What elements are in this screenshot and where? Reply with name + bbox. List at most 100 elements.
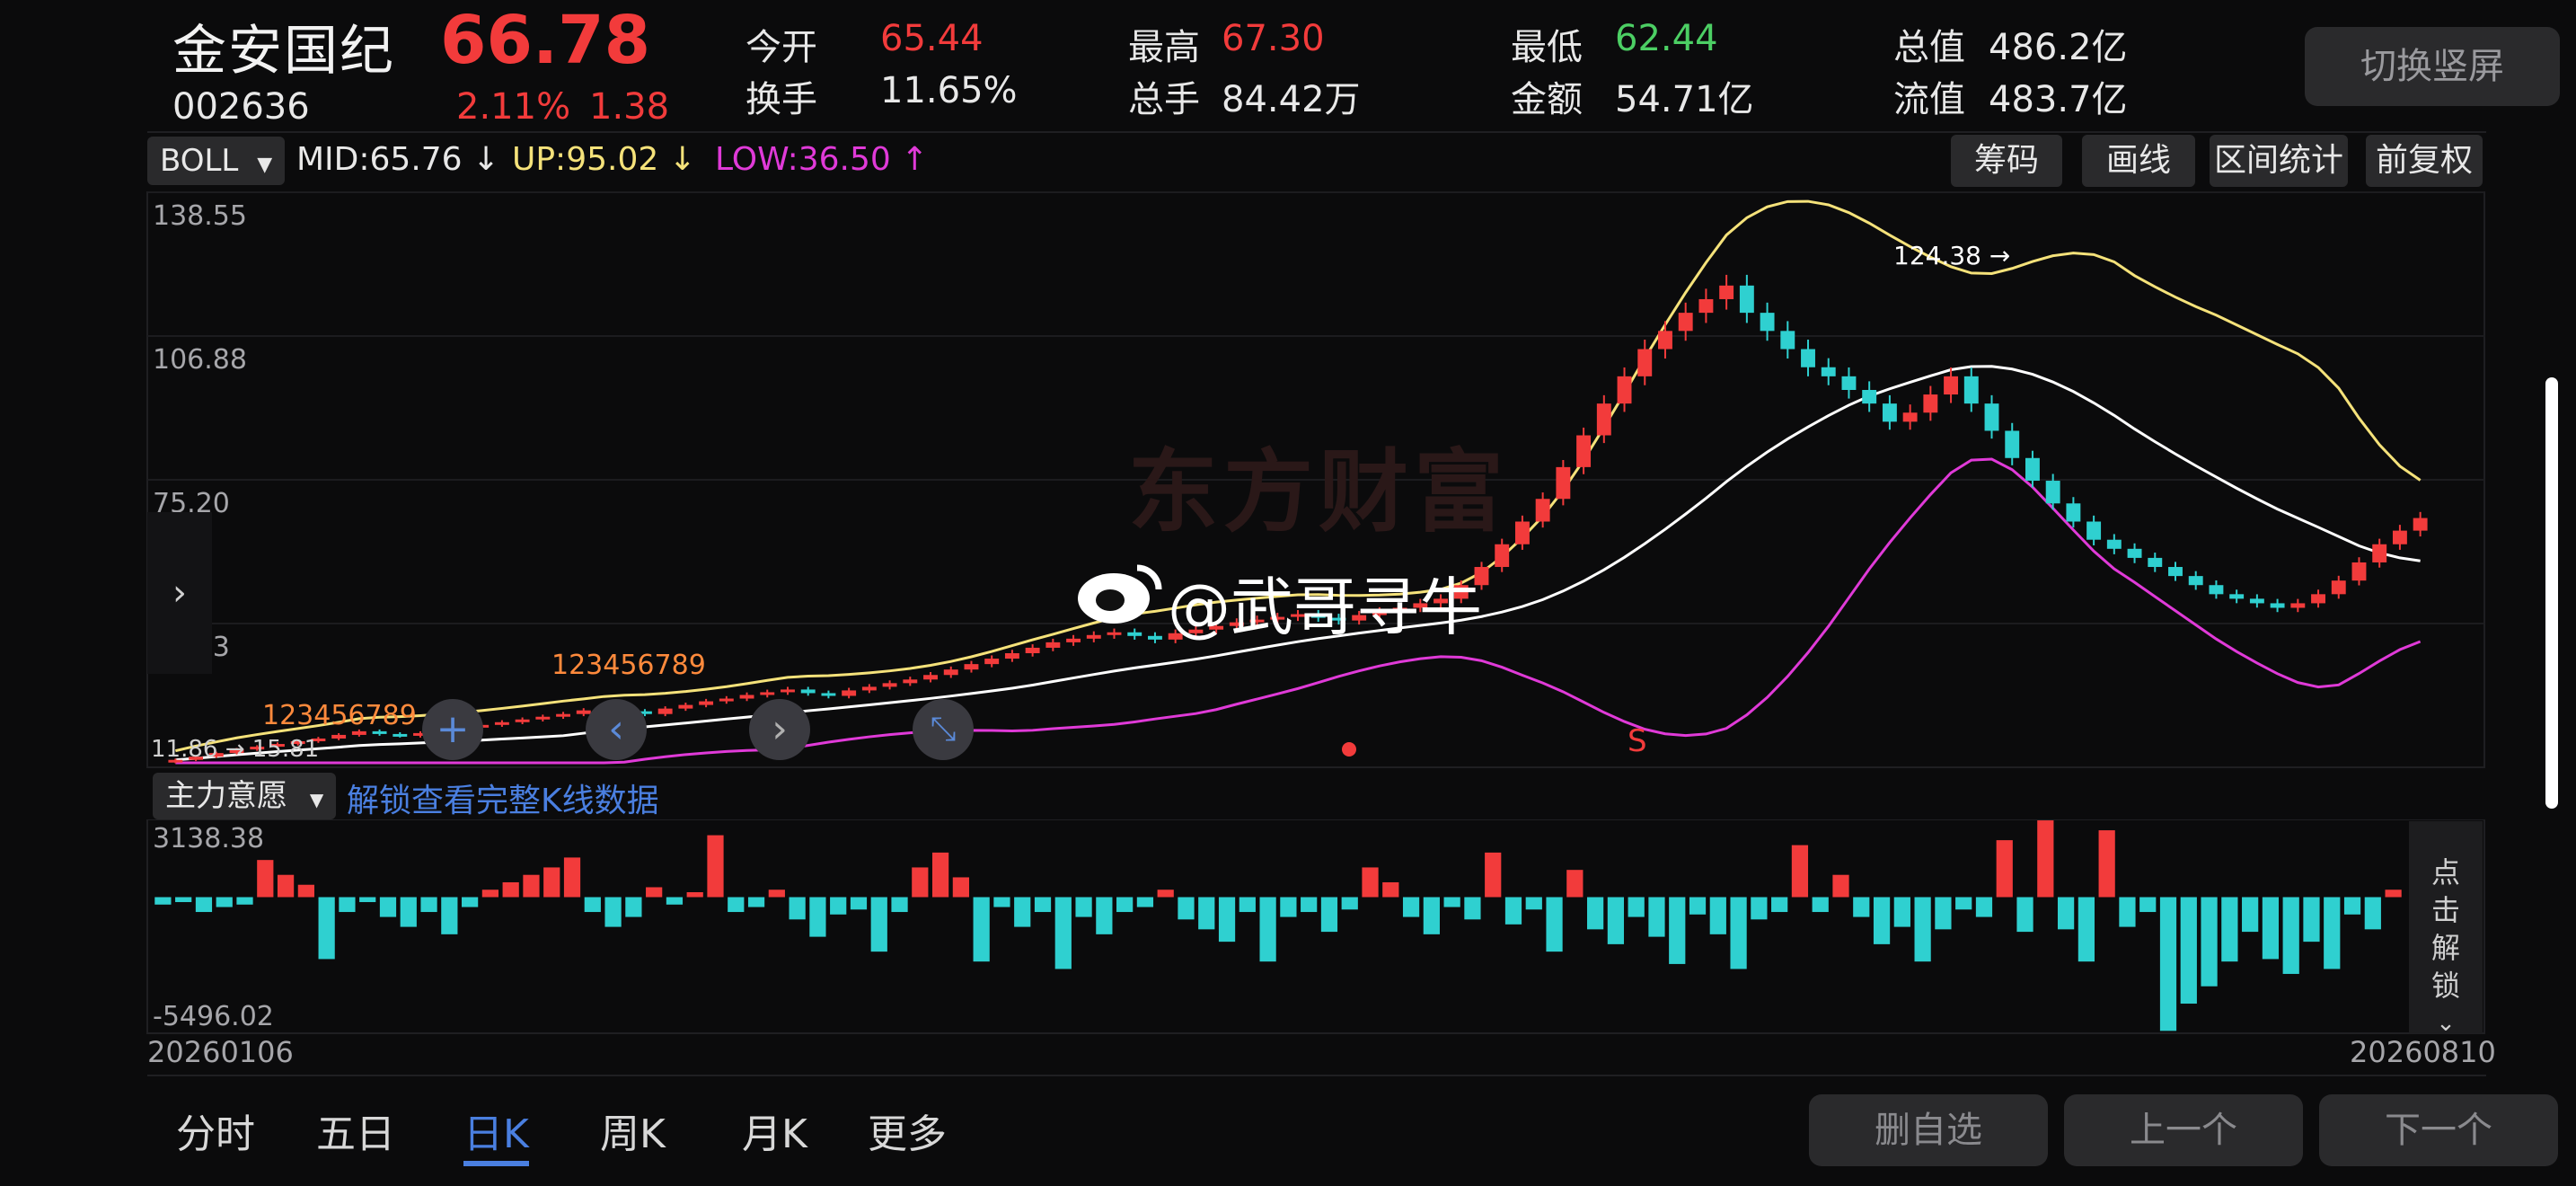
flow-bar (359, 897, 376, 903)
weibo-credit: @武哥寻牛 (1074, 557, 1482, 644)
quote-field-value: 54.71亿 (1615, 79, 1754, 120)
y-tick-label: 138.55 (153, 200, 247, 232)
flow-bar (297, 884, 314, 898)
flow-bar (2324, 897, 2341, 969)
period-tab[interactable]: 周K (600, 1102, 666, 1159)
indicator-select[interactable]: BOLL ▼ (147, 137, 286, 185)
flow-bar (768, 890, 785, 898)
nav-button[interactable]: 删自选 (1809, 1094, 2048, 1166)
scrollbar[interactable] (2545, 377, 2558, 809)
flow-bar (257, 860, 274, 898)
flow-bar (2098, 830, 2115, 898)
candle-body (515, 719, 530, 722)
quote-field-label: 总手 (1128, 79, 1200, 120)
scroll-left-button[interactable]: ‹ (586, 699, 647, 760)
flow-bar (236, 897, 253, 905)
flow-bar (1301, 897, 1318, 913)
period-tab[interactable]: 月K (742, 1102, 807, 1159)
flow-bar (502, 881, 519, 898)
side-expand-button[interactable]: › (147, 512, 212, 674)
candle-body (1719, 285, 1734, 299)
nav-button[interactable]: 上一个 (2064, 1094, 2303, 1166)
flow-ymax: 3138.38 (153, 823, 265, 854)
candle-body (739, 695, 754, 699)
candle-body (760, 692, 775, 695)
flow-bar (1791, 845, 1809, 898)
flow-bar (1320, 897, 1338, 933)
side-unlock-button[interactable]: 点击解锁 ⌄ (2409, 821, 2483, 1037)
candle-body (882, 683, 897, 687)
chevron-down-icon: ▼ (309, 789, 324, 810)
flow-bar (2057, 897, 2075, 930)
sub-indicator-label: 主力意愿 (165, 778, 287, 814)
flow-bar (1157, 890, 1174, 898)
flow-bar (420, 897, 437, 913)
flow-bar (1280, 897, 1297, 917)
period-tab[interactable]: 分时 (176, 1102, 255, 1159)
chevron-left-icon: ‹ (608, 706, 624, 752)
quote-field-value: 67.30 (1222, 18, 1325, 59)
collapse-button[interactable]: ⤡ (913, 699, 974, 760)
period-tab[interactable]: 日K (463, 1102, 529, 1166)
candle-body (2188, 576, 2203, 586)
candle-body (1882, 403, 1897, 422)
chart-tool-button[interactable]: 前复权 (2366, 135, 2483, 187)
arrow-down-icon: ↓ (462, 141, 500, 178)
flow-bar (1893, 897, 1910, 927)
flow-bar (1914, 897, 1931, 962)
quote-field-value: 84.42万 (1222, 79, 1361, 120)
flow-bar (1504, 897, 1522, 925)
unlock-link[interactable]: 解锁查看完整K线数据 (347, 774, 659, 821)
flow-bar (195, 897, 213, 913)
rotate-screen-button[interactable]: 切换竖屏 (2305, 27, 2560, 106)
candle-body (1760, 313, 1775, 332)
candle-body (2005, 430, 2020, 458)
flow-bar (462, 897, 479, 907)
candle-body (1127, 632, 1142, 636)
flow-bar (1218, 897, 1236, 943)
flow-bar (2242, 897, 2259, 933)
flow-bar (318, 897, 335, 960)
scroll-right-button[interactable]: › (749, 699, 810, 760)
candle-body (943, 669, 958, 676)
chart-tool-button[interactable]: 区间统计 (2210, 135, 2348, 187)
nav-button[interactable]: 下一个 (2319, 1094, 2558, 1166)
flow-bar (2037, 820, 2054, 898)
flow-bar (1669, 897, 1686, 964)
candle-body (2229, 594, 2245, 599)
flow-bar (1730, 897, 1747, 969)
flow-chart[interactable] (0, 819, 2576, 1035)
period-tab[interactable]: 五日 (316, 1102, 395, 1159)
candle-body (1514, 521, 1530, 544)
flow-bar (604, 897, 622, 927)
flow-bar (952, 877, 969, 898)
candle-body (2351, 562, 2367, 581)
flow-bar (1116, 897, 1134, 913)
quote-field-label: 金额 (1511, 79, 1583, 120)
flow-bar (1096, 897, 1113, 934)
flow-bar (2282, 897, 2299, 974)
candle-body (1984, 403, 1999, 431)
sub-indicator-select[interactable]: 主力意愿 ▼ (153, 773, 337, 819)
candle-body (2270, 603, 2285, 608)
zoom-in-button[interactable]: + (422, 699, 483, 760)
td-sequence-label: 123456789 (262, 700, 417, 731)
flow-bar (625, 897, 642, 917)
flow-bar (563, 857, 581, 898)
flow-bar (973, 897, 990, 962)
quote-field-label: 最高 (1128, 27, 1200, 68)
chart-tool-button[interactable]: 画线 (2082, 135, 2195, 187)
flow-bar (1628, 897, 1645, 917)
flow-bar (523, 874, 540, 898)
period-tab[interactable]: 更多 (868, 1102, 947, 1159)
candle-body (331, 734, 347, 739)
flow-bar (809, 897, 826, 937)
flow-bar (1341, 897, 1358, 910)
candle-body (1944, 376, 1959, 395)
flow-bar (1566, 870, 1584, 898)
flow-bar (870, 897, 887, 952)
date-end: 20260810 (2350, 1035, 2496, 1069)
candle-body (657, 708, 673, 714)
flow-bar (2221, 897, 2238, 962)
chart-tool-button[interactable]: 筹码 (1951, 135, 2062, 187)
